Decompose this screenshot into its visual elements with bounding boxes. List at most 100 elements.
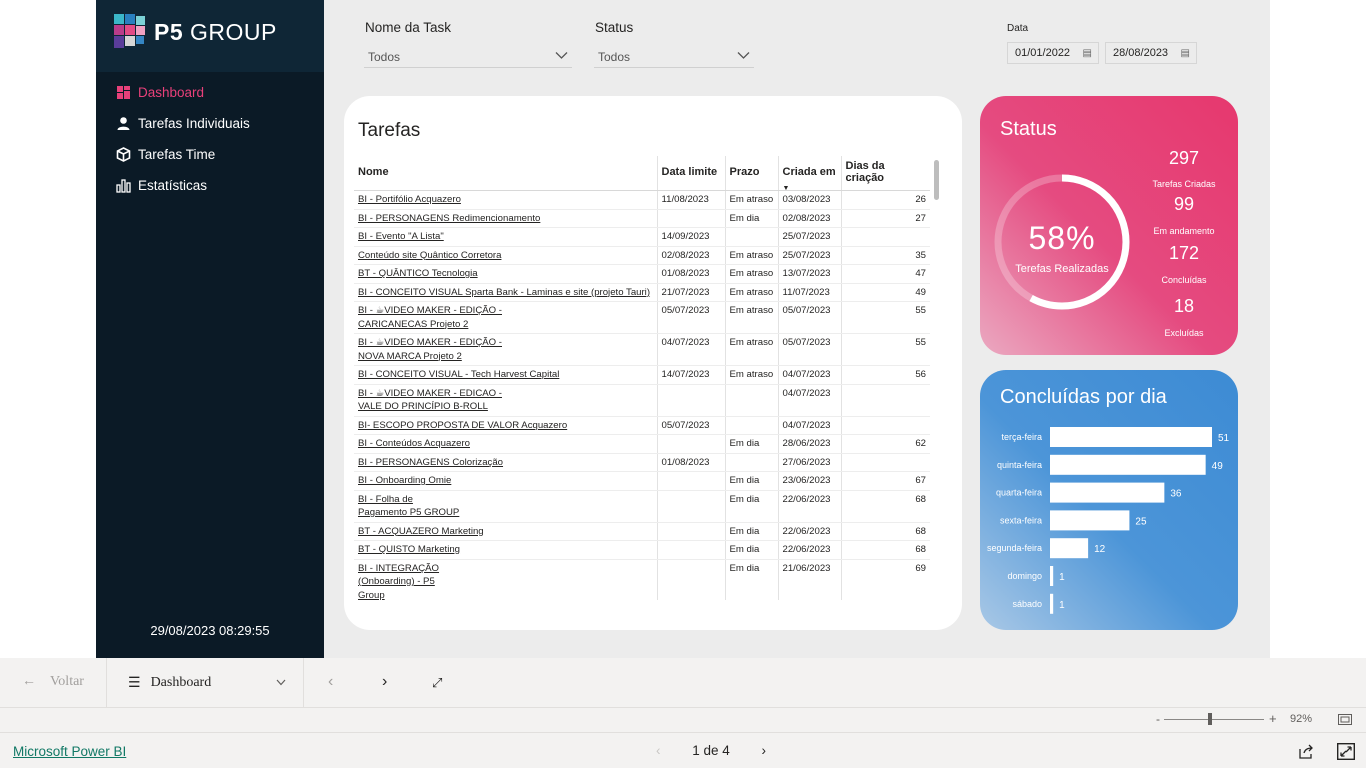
table-row[interactable]: BI - Evento "A Lista" 14/09/2023 25/07/202… <box>354 227 930 247</box>
bar-domingo[interactable] <box>1050 566 1054 586</box>
table-row[interactable]: BI - PERSONAGENS Redimencionamento Em dia… <box>354 209 930 228</box>
table-row[interactable]: BI - ☕VIDEO MAKER - EDIÇÃO - NOVA MARCA … <box>354 333 930 366</box>
nav-item-tarefas-time[interactable]: Tarefas Time <box>116 143 215 165</box>
table-row[interactable]: BI - Folha de Pagamento P5 GROUP Em dia 22… <box>354 490 930 523</box>
calendar-icon[interactable]: ▤ <box>1083 48 1092 59</box>
task-name-cell[interactable]: BT - QUÂNTICO Tecnologia <box>354 264 657 284</box>
task-name-cell[interactable]: BI - PERSONAGENS Colorização <box>354 453 657 472</box>
task-name-cell[interactable]: BI - Portifólio Acquazero <box>354 190 657 210</box>
zoom-slider-thumb[interactable] <box>1208 713 1212 725</box>
table-row[interactable]: BT - ACQUAZERO Marketing Em dia 22/06/2023… <box>354 522 930 541</box>
status-filter-dropdown[interactable]: Todos <box>594 46 754 68</box>
task-name-cell[interactable]: BI - ☕VIDEO MAKER - EDIÇÃO - CARICANECAS… <box>354 301 657 334</box>
excluded-label: Excluídas <box>1164 328 1204 338</box>
fullscreen-icon[interactable] <box>1337 743 1355 760</box>
next-page-chevron-icon[interactable]: › <box>761 743 766 758</box>
sidebar: P5 GROUP Dashboard Tarefas Individuais T… <box>96 0 324 658</box>
bar-value-label: 49 <box>1212 461 1224 472</box>
current-datetime: 29/08/2023 08:29:55 <box>150 623 270 638</box>
bar-category-label: sábado <box>1012 599 1042 609</box>
bar-sábado[interactable] <box>1050 593 1054 614</box>
table-row[interactable]: BT - QUÂNTICO Tecnologia 01/08/2023 Em atr… <box>354 264 930 284</box>
created-date-cell: 03/08/2023 <box>777 190 841 210</box>
nav-item-estatisticas[interactable]: Estatísticas <box>116 174 207 196</box>
task-name-cell[interactable]: BI- ESCOPO PROPOSTA DE VALOR Acquazero <box>354 416 657 435</box>
status-card-title: Status <box>1000 118 1057 140</box>
chevron-down-icon <box>555 52 568 59</box>
prazo-cell: Em atraso <box>724 301 778 334</box>
previous-page-chevron-icon[interactable]: ‹ <box>656 743 661 758</box>
bar-sexta-feira[interactable] <box>1050 510 1130 531</box>
task-name-cell[interactable]: BI - Conteúdos Acquazero <box>354 434 657 454</box>
deadline-cell: 05/07/2023 <box>656 416 725 435</box>
nav-item-dashboard[interactable]: Dashboard <box>116 81 204 103</box>
bar-quarta-feira[interactable] <box>1050 482 1165 503</box>
prazo-cell <box>724 453 778 472</box>
task-name-cell[interactable]: BI - Onboarding Omie <box>354 471 657 491</box>
table-row[interactable]: BI - Conteúdos Acquazero Em dia 28/06/2023… <box>354 434 930 454</box>
date-start-input[interactable]: 01/01/2022 ▤ <box>1007 42 1099 64</box>
table-row[interactable]: BI - INTEGRAÇÃO (Onboarding) - P5 Group E… <box>354 559 930 600</box>
table-row[interactable]: Conteúdo site Quântico Corretora 02/08/20… <box>354 246 930 265</box>
column-header-prazo[interactable]: Prazo <box>724 156 778 191</box>
bar-value-label: 1 <box>1059 600 1065 611</box>
deadline-cell <box>656 434 725 454</box>
bar-value-label: 36 <box>1170 489 1182 500</box>
table-row[interactable]: BT - QUISTO Marketing Em dia 22/06/2023 68 <box>354 540 930 560</box>
zoom-out-button[interactable]: - <box>1156 712 1160 726</box>
share-icon[interactable] <box>1298 744 1314 759</box>
task-name-cell[interactable]: BI - PERSONAGENS Redimencionamento <box>354 209 657 228</box>
table-row[interactable]: BI - CONCEITO VISUAL - Tech Harvest Capi… <box>354 365 930 385</box>
zoom-slider-track[interactable] <box>1164 719 1264 720</box>
page-pager: ‹ 1 de 4 › <box>656 743 766 758</box>
table-row[interactable]: BI - PERSONAGENS Colorização 01/08/2023 27… <box>354 453 930 472</box>
fit-to-page-icon[interactable] <box>1338 714 1352 725</box>
column-header-nome[interactable]: Nome <box>354 156 657 191</box>
deadline-cell <box>656 540 725 560</box>
task-name-cell[interactable]: BT - QUISTO Marketing <box>354 540 657 560</box>
table-row[interactable]: BI - CONCEITO VISUAL Sparta Bank - Lamin… <box>354 283 930 302</box>
table-row[interactable]: BI - Onboarding Omie Em dia 23/06/2023 67 <box>354 471 930 491</box>
nav-item-tarefas-individuais[interactable]: Tarefas Individuais <box>116 112 250 134</box>
task-name-cell[interactable]: BI - CONCEITO VISUAL Sparta Bank - Lamin… <box>354 283 657 302</box>
bar-category-label: quinta-feira <box>997 460 1042 470</box>
task-name-cell[interactable]: BI - ☕VIDEO MAKER - EDICAO - VALE DO PRI… <box>354 384 657 417</box>
column-header-criada-em[interactable]: Criada em ▼ <box>777 156 841 192</box>
date-end-input[interactable]: 28/08/2023 ▤ <box>1105 42 1197 64</box>
task-name-cell[interactable]: BI - Folha de Pagamento P5 GROUP <box>354 490 657 523</box>
task-name-cell[interactable]: BT - ACQUAZERO Marketing <box>354 522 657 541</box>
column-header-dias-da-criacao[interactable]: Dias da criação <box>840 156 930 191</box>
table-row[interactable]: BI - ☕VIDEO MAKER - EDIÇÃO - CARICANECAS… <box>354 301 930 334</box>
status-filter-label: Status <box>595 20 634 35</box>
next-page-chevron-icon[interactable]: › <box>382 673 387 691</box>
prazo-cell <box>724 227 778 247</box>
days-since-cell: 56 <box>840 365 930 385</box>
task-name-cell[interactable]: BI - Evento "A Lista" <box>354 227 657 247</box>
powerbi-brand-link[interactable]: Microsoft Power BI <box>13 744 126 759</box>
bar-segunda-feira[interactable] <box>1050 538 1089 559</box>
page-selector-dropdown[interactable]: ☰ Dashboard <box>128 672 290 694</box>
prazo-cell: Em dia <box>724 559 778 600</box>
task-name-cell[interactable]: BI - ☕VIDEO MAKER - EDIÇÃO - NOVA MARCA … <box>354 333 657 366</box>
task-filter-dropdown[interactable]: Todos <box>364 46 572 68</box>
zoom-in-button[interactable]: + <box>1269 711 1277 726</box>
table-row[interactable]: BI- ESCOPO PROPOSTA DE VALOR Acquazero 05… <box>354 416 930 435</box>
task-name-cell[interactable]: BI - INTEGRAÇÃO (Onboarding) - P5 Group <box>354 559 657 600</box>
previous-page-chevron-icon[interactable]: ‹ <box>328 673 333 691</box>
table-scrollbar[interactable] <box>934 160 939 600</box>
table-row[interactable]: BI - Portifólio Acquazero 11/08/2023 Em at… <box>354 190 930 210</box>
calendar-icon[interactable]: ▤ <box>1181 48 1190 59</box>
tasks-table-title: Tarefas <box>358 120 421 141</box>
table-scrollbar-thumb[interactable] <box>934 160 939 200</box>
bar-terça-feira[interactable] <box>1050 427 1212 447</box>
table-header-row: Nome Data limite Prazo Criada em ▼ Dias d… <box>354 156 930 192</box>
column-header-data-limite[interactable]: Data limite <box>656 156 725 191</box>
back-button[interactable]: ← Voltar <box>22 674 84 690</box>
task-name-cell[interactable]: BI - CONCEITO VISUAL - Tech Harvest Capi… <box>354 365 657 385</box>
exit-fullscreen-icon[interactable]: ⤢ <box>432 675 442 691</box>
task-name-cell[interactable]: Conteúdo site Quântico Corretora <box>354 246 657 265</box>
person-icon <box>117 116 130 130</box>
table-row[interactable]: BI - ☕VIDEO MAKER - EDICAO - VALE DO PRI… <box>354 384 930 417</box>
bar-quinta-feira[interactable] <box>1050 454 1206 475</box>
bar-value-label: 25 <box>1135 516 1147 527</box>
